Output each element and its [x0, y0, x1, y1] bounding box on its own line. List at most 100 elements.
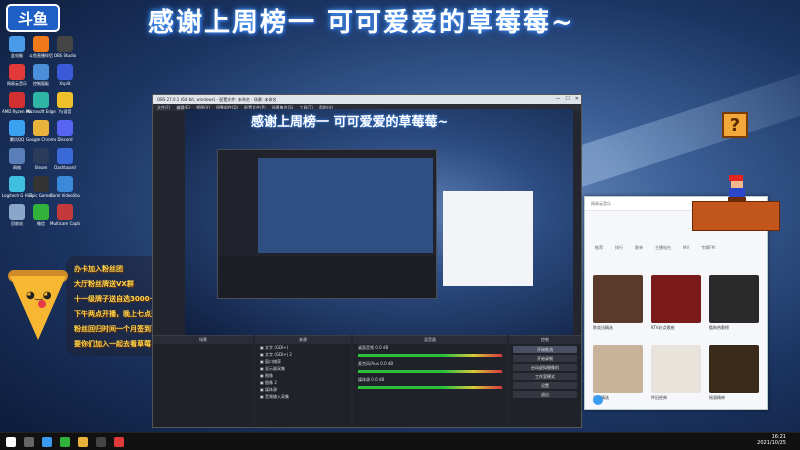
- source-item[interactable]: ▣ 音频输入采集: [255, 393, 351, 400]
- mixer-label: 麦克风/Aux 0.0 dB: [358, 361, 394, 366]
- album-cover[interactable]: [593, 345, 643, 393]
- maximize-icon[interactable]: ☐: [565, 96, 569, 102]
- control-button[interactable]: 开始推流: [513, 346, 577, 353]
- mixer-list: 桌面音频 0.0 dB 麦克风/Aux 0.0 dB 媒体源 0.0 dB: [353, 344, 507, 389]
- taskbar-wechat-icon[interactable]: [60, 436, 70, 447]
- app-icon: [9, 64, 25, 80]
- app-icon: [33, 36, 49, 52]
- search-icon[interactable]: [24, 436, 34, 447]
- controls-dock: 控制 开始推流 开始录制 启动虚拟摄像机 工作室模式 设置 退出: [509, 335, 581, 427]
- taskbar: [0, 432, 800, 450]
- source-item[interactable]: ▣ 显示器采集: [255, 365, 351, 372]
- desktop-icon[interactable]: Corel VideoStudio: [50, 176, 80, 198]
- app-icon: [33, 120, 49, 136]
- scenes-dock: 场景: [153, 335, 253, 427]
- desktop-icon-label: Corel VideoStudio: [50, 193, 80, 198]
- music-tab[interactable]: 歌单: [635, 245, 643, 251]
- album-title: 酷狗热歌榜: [709, 325, 729, 330]
- taskbar-chrome-icon[interactable]: [78, 436, 88, 447]
- obs-window: OBS 27.0.1 (64-bit, windows) - 配置文件: 未命名…: [152, 94, 582, 428]
- window-controls: — ☐ ✕: [555, 96, 579, 102]
- source-item[interactable]: ▣ 文字 (GDI+) 2: [255, 351, 351, 358]
- play-button[interactable]: [593, 395, 603, 405]
- app-icon: [9, 92, 25, 108]
- control-button[interactable]: 设置: [513, 382, 577, 389]
- source-item[interactable]: ▣ 媒体源: [255, 386, 351, 393]
- system-clock[interactable]: 16:21 2021/10/25: [757, 434, 786, 446]
- source-item[interactable]: ▣ 窗口捕获: [255, 358, 351, 365]
- album-cover[interactable]: [651, 275, 701, 323]
- app-icon: [33, 92, 49, 108]
- taskbar-music-icon[interactable]: [114, 436, 124, 447]
- music-tab[interactable]: 主播电台: [655, 245, 671, 251]
- desktop-icon-label: Yy语音: [58, 109, 72, 114]
- obs-titlebar[interactable]: OBS 27.0.1 (64-bit, windows) - 配置文件: 未命名…: [153, 95, 581, 104]
- mixer-label: 媒体源 0.0 dB: [358, 377, 385, 382]
- mario-sprite: [727, 175, 747, 201]
- obs-preview[interactable]: 感谢上周榜一 可可爱爱的草莓莓~: [185, 109, 573, 335]
- taskbar-obs-icon[interactable]: [96, 436, 106, 447]
- desktop-icon[interactable]: Multicam Capture: [50, 204, 80, 226]
- album-title: KTV必点歌曲: [651, 325, 675, 330]
- volume-meter[interactable]: [358, 354, 502, 357]
- album-title: 陈奕迅精选: [593, 325, 613, 330]
- music-tabs: 推荐 排行 歌单 主播电台 MV 专属FM: [595, 245, 715, 251]
- question-block: ?: [722, 112, 748, 138]
- close-icon[interactable]: ✕: [575, 96, 579, 102]
- desktop-icon[interactable]: Discord: [50, 120, 80, 142]
- album-cover[interactable]: [709, 275, 759, 323]
- taskbar-explorer-icon[interactable]: [42, 436, 52, 447]
- clock-date: 2021/10/25: [757, 440, 786, 446]
- source-item[interactable]: ▣ 图像: [255, 372, 351, 379]
- controls-list: 开始推流开始录制启动虚拟摄像机 工作室模式设置退出: [509, 346, 581, 398]
- brick-platform: [692, 201, 780, 231]
- fan-info-line: 大厅粉丝牌送VX群: [74, 280, 134, 288]
- control-button[interactable]: 启动虚拟摄像机: [513, 364, 577, 371]
- control-button[interactable]: 工作室模式: [513, 373, 577, 380]
- desktop-icon[interactable]: Xsplit: [50, 64, 80, 86]
- app-icon: [9, 148, 25, 164]
- music-tab[interactable]: 专属FM: [701, 245, 715, 251]
- app-icon: [57, 204, 73, 220]
- app-icon: [33, 148, 49, 164]
- douyu-logo: 斗鱼: [6, 4, 60, 32]
- music-tab[interactable]: 排行: [615, 245, 623, 251]
- desktop-icon-label: Xsplit: [59, 81, 71, 86]
- album-title: 摇滚精神: [709, 395, 725, 400]
- source-item[interactable]: ▣ 图像 2: [255, 379, 351, 386]
- music-tab[interactable]: MV: [683, 245, 689, 251]
- nested-docks: [218, 256, 436, 298]
- pepperoni: [38, 300, 46, 308]
- volume-meter[interactable]: [358, 386, 502, 389]
- app-icon: [57, 148, 73, 164]
- album-cover[interactable]: [709, 345, 759, 393]
- minimize-icon[interactable]: —: [555, 96, 560, 102]
- nested-preview: [258, 158, 433, 253]
- app-icon: [57, 92, 73, 108]
- menu-item[interactable]: 文件(F): [157, 105, 170, 111]
- desktop-icon-label: Dashboard: [54, 165, 76, 170]
- desktop-icon-label: Multicam Capture: [50, 221, 80, 226]
- app-icon: [57, 36, 73, 52]
- control-button[interactable]: 开始录制: [513, 355, 577, 362]
- volume-meter[interactable]: [358, 370, 502, 373]
- album-cover[interactable]: [651, 345, 701, 393]
- app-icon: [33, 176, 49, 192]
- app-icon: [9, 176, 25, 192]
- desktop: 斗鱼 感谢上周榜一 可可爱爱的草莓莓~ 此电脑 网易云音乐 AMD Ryzen Ma…: [0, 0, 800, 450]
- music-tab[interactable]: 推荐: [595, 245, 603, 251]
- start-icon[interactable]: [6, 436, 16, 447]
- nested-obs-window: [217, 149, 437, 299]
- mixer-label: 桌面音频 0.0 dB: [358, 345, 389, 350]
- scenes-header: 场景: [153, 336, 253, 344]
- pizza-mascot: [10, 276, 66, 340]
- source-item[interactable]: ▣ 文字 (GDI+): [255, 344, 351, 351]
- album-cover[interactable]: [593, 275, 643, 323]
- control-button[interactable]: 退出: [513, 391, 577, 398]
- desktop-icon[interactable]: OBS Studio: [50, 36, 80, 58]
- sources-list: ▣ 文字 (GDI+) ▣ 文字 (GDI+) 2 ▣ 窗口捕获 ▣ 显示器采集 ▣ 图…: [255, 344, 351, 400]
- banner-title: 感谢上周榜一 可可爱爱的草莓莓~: [148, 8, 575, 38]
- desktop-icon[interactable]: Dashboard: [50, 148, 80, 170]
- desktop-icon[interactable]: Yy语音: [50, 92, 80, 115]
- app-icon: [57, 120, 73, 136]
